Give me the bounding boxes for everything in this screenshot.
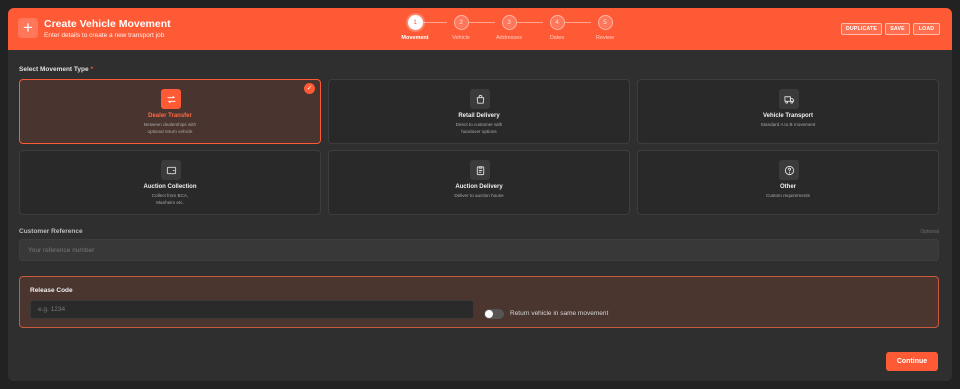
movement-type-label: Select Movement Type * xyxy=(19,66,94,73)
step-number: 5 xyxy=(597,15,613,30)
release-code-input[interactable] xyxy=(30,300,474,319)
option-description: Between dealerships with optional return … xyxy=(143,122,197,134)
toggle-knob xyxy=(485,310,493,318)
step-number: 2 xyxy=(453,15,469,30)
step-label: Vehicle xyxy=(452,35,470,41)
page-title: Create Vehicle Movement xyxy=(44,18,171,30)
movement-option-vehicle-transport[interactable]: Vehicle Transport Standard A to B moveme… xyxy=(637,79,939,144)
step-vehicle[interactable]: 2 Vehicle xyxy=(441,15,481,41)
release-code-label: Release Code xyxy=(30,287,73,294)
wallet-icon xyxy=(161,160,181,180)
option-title: Auction Collection xyxy=(143,184,197,190)
continue-button[interactable]: Continue xyxy=(886,352,938,371)
step-number: 3 xyxy=(501,15,517,30)
help-circle-icon xyxy=(779,160,799,180)
step-addresses[interactable]: 3 Addresses xyxy=(489,15,529,41)
customer-reference-input[interactable] xyxy=(19,239,939,261)
customer-reference-label: Customer Reference xyxy=(19,228,83,235)
option-title: Dealer Transfer xyxy=(148,113,192,119)
movement-option-retail-delivery[interactable]: Retail Delivery Direct to customer with h… xyxy=(328,79,630,144)
step-label: Movement xyxy=(401,35,429,41)
movement-option-other[interactable]: Other Custom requirements xyxy=(637,150,939,215)
optional-hint: Optional xyxy=(920,229,939,235)
option-description: Deliver to auction house xyxy=(454,193,504,198)
option-title: Other xyxy=(779,184,796,190)
return-vehicle-toggle[interactable] xyxy=(484,309,504,319)
check-icon: ✓ xyxy=(304,83,315,94)
option-title: Retail Delivery xyxy=(458,113,500,119)
load-button[interactable]: LOAD xyxy=(913,23,940,35)
option-description: Collect from BCA, Manheim etc. xyxy=(151,193,189,205)
step-movement[interactable]: 1 Movement xyxy=(395,15,435,41)
option-description: Standard A to B movement xyxy=(760,122,816,127)
stepper: 1 Movement 2 Vehicle 3 Addresses 4 Dates… xyxy=(393,15,614,49)
required-marker: * xyxy=(90,66,94,73)
movement-option-auction-delivery[interactable]: Auction Delivery Deliver to auction hous… xyxy=(328,150,630,215)
header-bar: + Create Vehicle Movement Enter details … xyxy=(8,8,952,50)
save-button[interactable]: SAVE xyxy=(885,23,910,35)
clipboard-icon xyxy=(470,160,490,180)
movement-option-auction-collection[interactable]: Auction Collection Collect from BCA, Manh… xyxy=(19,150,321,215)
swap-arrows-icon xyxy=(161,89,181,109)
step-label: Review xyxy=(595,35,615,41)
step-label: Addresses xyxy=(496,35,522,41)
option-description: Custom requirements xyxy=(766,193,810,198)
step-dates[interactable]: 4 Dates xyxy=(537,15,577,41)
step-number: 1 xyxy=(407,15,423,30)
plus-icon: + xyxy=(18,18,38,38)
step-number: 4 xyxy=(549,15,565,30)
return-vehicle-label: Return vehicle in same movement xyxy=(510,310,609,317)
option-title: Auction Delivery xyxy=(455,184,503,190)
shopping-bag-icon xyxy=(470,89,490,109)
option-title: Vehicle Transport xyxy=(762,113,814,119)
release-code-section: Release Code Return vehicle in same move… xyxy=(19,276,939,328)
duplicate-button[interactable]: DUPLICATE xyxy=(841,23,882,35)
step-review[interactable]: 5 Review xyxy=(585,15,625,41)
page-subtitle: Enter details to create a new transport … xyxy=(44,32,165,39)
create-movement-panel: + Create Vehicle Movement Enter details … xyxy=(8,8,952,381)
truck-icon xyxy=(779,89,799,109)
movement-option-dealer-transfer[interactable]: ✓ Dealer Transfer Between dealerships wi… xyxy=(19,79,321,144)
step-label: Dates xyxy=(549,35,565,41)
option-description: Direct to customer with handover options xyxy=(455,122,503,134)
